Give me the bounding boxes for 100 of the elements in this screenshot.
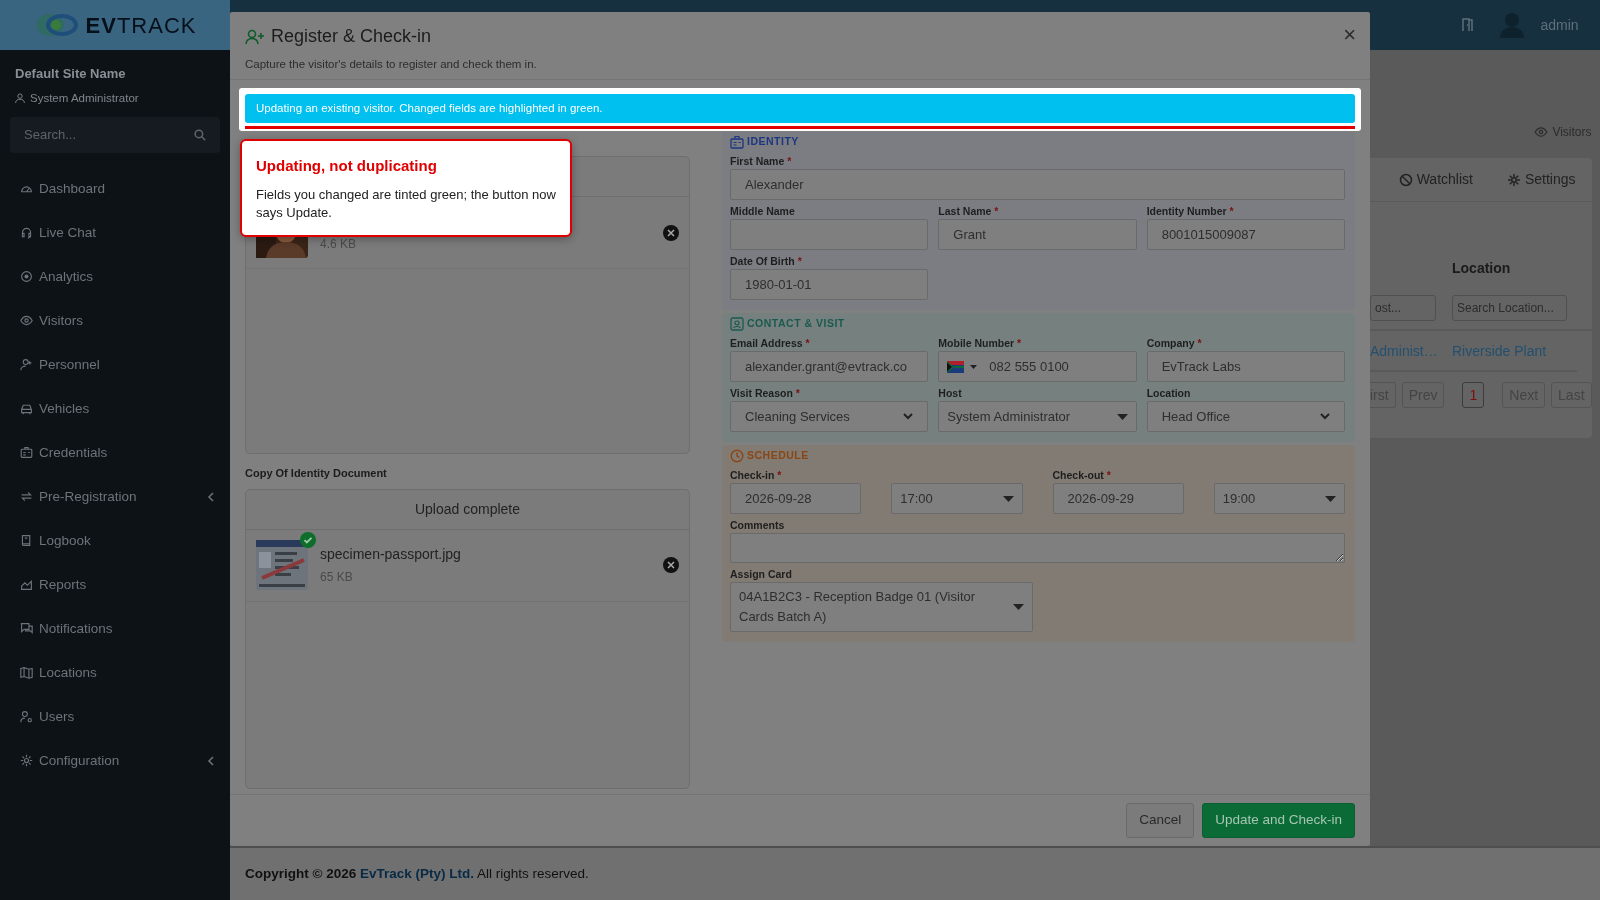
select-field[interactable]: 19:00 bbox=[1213, 483, 1345, 515]
caret-icon bbox=[1325, 495, 1336, 502]
section-title: IDENTITY bbox=[747, 134, 799, 150]
field-label: Visit Reason * bbox=[730, 387, 800, 400]
field-label: Mobile Number * bbox=[938, 337, 1022, 350]
input-field[interactable]: EvTrack Labs bbox=[1146, 351, 1345, 383]
target-icon bbox=[20, 270, 33, 284]
sidebar-item[interactable]: Notifications bbox=[0, 606, 230, 651]
field-label: Company * bbox=[1146, 337, 1202, 350]
arrows-icon bbox=[20, 490, 33, 504]
gear-icon bbox=[20, 754, 33, 768]
input-field[interactable]: 8001015009087 bbox=[1146, 219, 1345, 251]
select-field[interactable]: Cleaning Services bbox=[730, 401, 929, 433]
field-label: First Name * bbox=[730, 155, 792, 168]
sidebar-item[interactable]: Users bbox=[0, 694, 230, 739]
info-alert: Updating an existing visitor. Changed fields are highlighted in green. bbox=[245, 94, 1355, 124]
cancel-button[interactable]: Cancel bbox=[1126, 803, 1195, 838]
sidebar-item[interactable]: Reports bbox=[0, 562, 230, 607]
section-title: CONTACT & VISIT bbox=[747, 316, 845, 332]
tab[interactable]: Watchlist bbox=[1398, 169, 1473, 190]
no-entry-icon bbox=[1398, 172, 1413, 187]
person-plus-icon bbox=[245, 28, 265, 45]
input-field[interactable]: Alexander bbox=[730, 169, 1345, 201]
modal-subtitle: Capture the visitor's details to register and check them in. bbox=[245, 57, 538, 72]
copyright-text: Copyright © 2026 EvTrack (Pty) Ltd. All rights reserved. bbox=[245, 864, 589, 883]
popover-text: Fields you changed are tinted green; the button now says Update. bbox=[256, 185, 556, 223]
field-label: Middle Name bbox=[730, 205, 795, 218]
map-icon bbox=[20, 666, 33, 680]
search-icon bbox=[194, 128, 206, 141]
book-icon bbox=[20, 534, 33, 548]
caret-icon bbox=[1012, 604, 1024, 611]
caret-icon bbox=[970, 364, 978, 369]
search-field[interactable]: Search... bbox=[10, 116, 220, 153]
file-name: specimen-passport.jpg bbox=[320, 545, 462, 565]
id-card-icon bbox=[20, 446, 33, 460]
user-name[interactable]: admin bbox=[1540, 14, 1579, 36]
chart-icon bbox=[20, 578, 33, 592]
gear-icon bbox=[1506, 172, 1521, 187]
company-link[interactable]: EvTrack (Pty) Ltd. bbox=[360, 865, 475, 881]
search-field[interactable]: ost... bbox=[1370, 295, 1436, 321]
sidebar-item[interactable]: Pre-Registration bbox=[0, 474, 230, 519]
close-button[interactable]: × bbox=[1343, 24, 1356, 46]
sidebar-item[interactable]: Dashboard bbox=[0, 166, 230, 211]
field-label: Location bbox=[1146, 387, 1191, 400]
sidebar-item[interactable]: Vehicles bbox=[0, 386, 230, 431]
search-field[interactable]: Search Location... bbox=[1452, 295, 1567, 321]
text-area[interactable] bbox=[730, 533, 1345, 564]
sidebar-item[interactable]: Live Chat bbox=[0, 210, 230, 255]
sidebar-item[interactable]: Personnel bbox=[0, 342, 230, 387]
flag-icon bbox=[947, 360, 965, 373]
chevron-down-icon bbox=[1320, 413, 1330, 421]
field-label: Comments bbox=[730, 519, 785, 532]
popover-title: Updating, not duplicating bbox=[256, 156, 438, 176]
field-label: Identity Number * bbox=[1146, 205, 1234, 218]
sidebar-item[interactable]: Configuration bbox=[0, 738, 230, 783]
field-label: Email Address * bbox=[730, 337, 810, 350]
field-label: Last Name * bbox=[938, 205, 999, 218]
select-field[interactable]: 17:00 bbox=[891, 483, 1023, 515]
field-label: Copy Of Identity Document bbox=[245, 466, 388, 482]
select-field[interactable]: 04A1B2C3 - Reception Badge 01 (Visitor Cards Batch A) bbox=[730, 582, 1033, 633]
chevron-down-icon bbox=[903, 413, 914, 421]
user-name: System Administrator bbox=[30, 90, 139, 106]
page-button[interactable]: 1 bbox=[1462, 382, 1485, 408]
close-icon[interactable] bbox=[663, 557, 679, 574]
site-name: Default Site Name bbox=[14, 65, 127, 83]
sidebar-item[interactable]: Locations bbox=[0, 650, 230, 695]
column-header: Location bbox=[1452, 259, 1512, 278]
field-label: Host bbox=[938, 387, 962, 400]
person-icon bbox=[20, 358, 33, 372]
select-field[interactable]: Head Office bbox=[1146, 401, 1345, 433]
caret-icon bbox=[1002, 495, 1014, 502]
sidebar-item[interactable]: Logbook bbox=[0, 518, 230, 563]
phone-field[interactable]: 082 555 0100 bbox=[938, 351, 1137, 383]
upload-status: Upload complete bbox=[246, 489, 689, 530]
sidebar-item[interactable]: Visitors bbox=[0, 298, 230, 343]
field-label: Check-out * bbox=[1052, 469, 1111, 482]
section-title: SCHEDULE bbox=[747, 448, 809, 464]
sidebar-item[interactable]: Credentials bbox=[0, 430, 230, 475]
field-label: Date Of Birth * bbox=[730, 255, 802, 268]
user-gear-icon bbox=[20, 710, 33, 724]
headset-icon bbox=[20, 226, 33, 240]
chat-icon bbox=[20, 622, 33, 636]
submit-button[interactable]: Update and Check-in bbox=[1202, 803, 1355, 838]
input-field[interactable]: Grant bbox=[938, 219, 1137, 251]
contact-card-icon bbox=[730, 317, 744, 332]
tab[interactable]: Settings bbox=[1506, 169, 1576, 190]
logo-text: EVTRACK bbox=[85, 11, 197, 40]
input-field[interactable]: alexander.grant@evtrack.co bbox=[730, 351, 929, 383]
select-field[interactable]: System Administrator bbox=[938, 401, 1137, 433]
car-icon bbox=[20, 402, 33, 416]
input-field[interactable]: 2026-09-28 bbox=[730, 483, 862, 515]
input-field[interactable]: 2026-09-29 bbox=[1052, 483, 1184, 515]
id-badge-icon bbox=[730, 135, 744, 150]
input-field[interactable]: 1980-01-01 bbox=[730, 269, 929, 301]
person-icon bbox=[15, 93, 25, 104]
input-field[interactable] bbox=[730, 219, 929, 251]
eye-icon bbox=[20, 314, 33, 328]
sidebar-item[interactable]: Analytics bbox=[0, 254, 230, 299]
caret-icon bbox=[1116, 413, 1128, 420]
close-icon[interactable] bbox=[663, 224, 679, 241]
